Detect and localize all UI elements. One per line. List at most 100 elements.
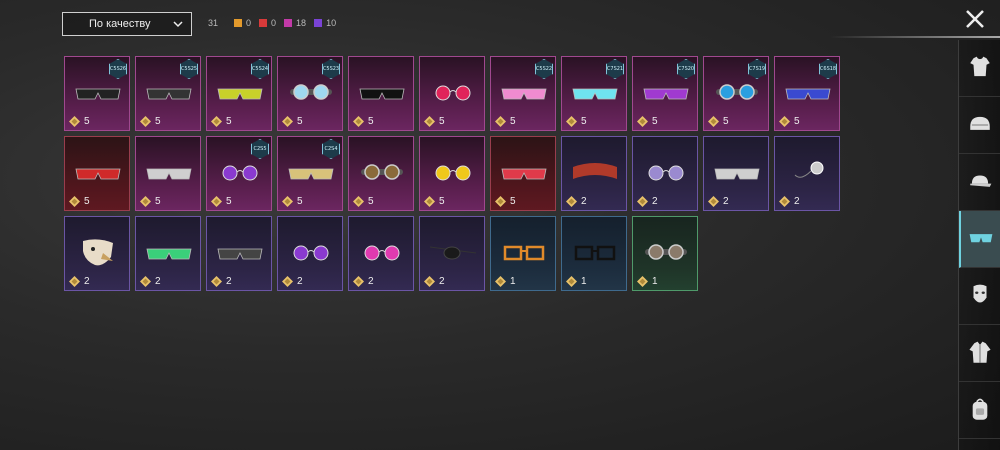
item-card[interactable]: 2 — [703, 136, 769, 211]
item-card[interactable]: 2 — [632, 136, 698, 211]
item-quantity: 5 — [495, 196, 516, 207]
item-quantity-value: 2 — [155, 276, 161, 287]
season-badge: C5S24 — [251, 59, 269, 79]
item-card[interactable]: 5 — [64, 136, 130, 211]
item-quantity-value: 5 — [84, 116, 90, 127]
item-quantity: 5 — [424, 116, 445, 127]
item-quantity-value: 5 — [794, 116, 800, 127]
item-card[interactable]: C5S25 5 — [135, 56, 201, 131]
item-card[interactable]: 5 — [490, 136, 556, 211]
rarity-count-value: 0 — [246, 18, 252, 28]
monocle-icon — [794, 161, 824, 178]
item-card[interactable]: 5 — [135, 136, 201, 211]
tab-mask[interactable] — [959, 268, 1000, 325]
header-divider — [830, 36, 1000, 38]
item-card[interactable]: 1 — [632, 216, 698, 291]
item-card[interactable]: C2S4 5 — [277, 136, 343, 211]
item-card[interactable]: C5S24 5 — [206, 56, 272, 131]
shard-icon — [779, 196, 790, 207]
round-glasses-icon — [648, 165, 684, 181]
helmet-icon — [970, 116, 990, 130]
item-card[interactable]: C6S18 5 — [774, 56, 840, 131]
item-card[interactable]: 5 — [419, 56, 485, 131]
item-quantity-value: 5 — [226, 116, 232, 127]
rarity-counts: 31 0 0 18 10 — [208, 18, 344, 28]
aviator-glasses-icon — [364, 245, 400, 261]
shard-icon — [211, 116, 222, 127]
square-glasses-icon — [574, 245, 616, 261]
item-quantity: 5 — [779, 116, 800, 127]
tab-helmet[interactable] — [959, 97, 1000, 154]
item-card[interactable]: 5 — [419, 136, 485, 211]
eyepatch-icon — [429, 246, 477, 260]
item-card[interactable]: 2 — [561, 136, 627, 211]
item-card[interactable]: C5S26 5 — [64, 56, 130, 131]
shard-icon — [140, 276, 151, 287]
jacket-icon — [969, 341, 991, 363]
tab-jacket[interactable] — [959, 325, 1000, 382]
item-quantity: 1 — [495, 276, 516, 287]
item-card[interactable]: 5 — [348, 56, 414, 131]
item-card[interactable]: 2 — [774, 136, 840, 211]
item-quantity-value: 5 — [155, 196, 161, 207]
shard-icon — [637, 276, 648, 287]
item-card[interactable]: C5S22 5 — [490, 56, 556, 131]
shirt-icon — [970, 56, 990, 77]
season-badge: C7S20 — [677, 59, 695, 79]
shard-icon — [566, 196, 577, 207]
item-card[interactable]: 2 — [64, 216, 130, 291]
sort-dropdown[interactable]: По качеству — [62, 12, 192, 36]
item-quantity-value: 5 — [723, 116, 729, 127]
visor-icon — [501, 88, 547, 100]
item-quantity-value: 2 — [652, 196, 658, 207]
item-card[interactable]: C7S21 5 — [561, 56, 627, 131]
item-card[interactable]: 2 — [419, 216, 485, 291]
item-quantity: 5 — [708, 116, 729, 127]
item-quantity-value: 5 — [439, 196, 445, 207]
item-quantity: 5 — [282, 196, 303, 207]
item-quantity: 2 — [779, 196, 800, 207]
tab-glasses[interactable] — [959, 211, 1000, 268]
item-quantity: 5 — [140, 196, 161, 207]
shard-icon — [140, 196, 151, 207]
rarity-count-value: 18 — [296, 18, 307, 28]
item-quantity: 2 — [211, 276, 232, 287]
item-card[interactable]: 5 — [348, 136, 414, 211]
sunglasses-icon — [501, 168, 547, 180]
shard-icon — [779, 116, 790, 127]
season-badge: C2S5 — [251, 139, 269, 159]
item-card[interactable]: C5S23 5 — [277, 56, 343, 131]
total-count: 31 — [208, 18, 219, 28]
tab-backpack[interactable] — [959, 382, 1000, 439]
item-card[interactable]: C2S5 5 — [206, 136, 272, 211]
steampunk-goggles-icon — [645, 244, 687, 260]
item-card[interactable]: 1 — [490, 216, 556, 291]
shard-icon — [495, 116, 506, 127]
sunglasses-icon — [572, 88, 618, 100]
item-quantity-value: 5 — [510, 196, 516, 207]
season-badge: C5S25 — [180, 59, 198, 79]
item-card[interactable]: 2 — [277, 216, 343, 291]
item-quantity: 5 — [282, 116, 303, 127]
item-quantity: 2 — [708, 196, 729, 207]
item-card[interactable]: 2 — [135, 216, 201, 291]
tab-shirt[interactable] — [959, 40, 1000, 97]
goggles-icon — [716, 84, 758, 100]
item-card[interactable]: 2 — [348, 216, 414, 291]
item-card[interactable]: 1 — [561, 216, 627, 291]
shard-icon — [140, 116, 151, 127]
item-quantity: 2 — [69, 276, 90, 287]
item-quantity-value: 2 — [439, 276, 445, 287]
sunglasses-icon — [288, 168, 334, 180]
item-card[interactable]: C7S19 5 — [703, 56, 769, 131]
tab-cap[interactable] — [959, 154, 1000, 211]
close-icon[interactable] — [964, 8, 986, 30]
season-badge: C2S4 — [322, 139, 340, 159]
item-card[interactable]: 2 — [206, 216, 272, 291]
season-badge: C7S19 — [748, 59, 766, 79]
backpack-icon — [972, 398, 988, 420]
item-quantity-value: 5 — [84, 196, 90, 207]
rarity-swatch — [314, 19, 323, 27]
item-quantity-value: 5 — [581, 116, 587, 127]
item-card[interactable]: C7S20 5 — [632, 56, 698, 131]
